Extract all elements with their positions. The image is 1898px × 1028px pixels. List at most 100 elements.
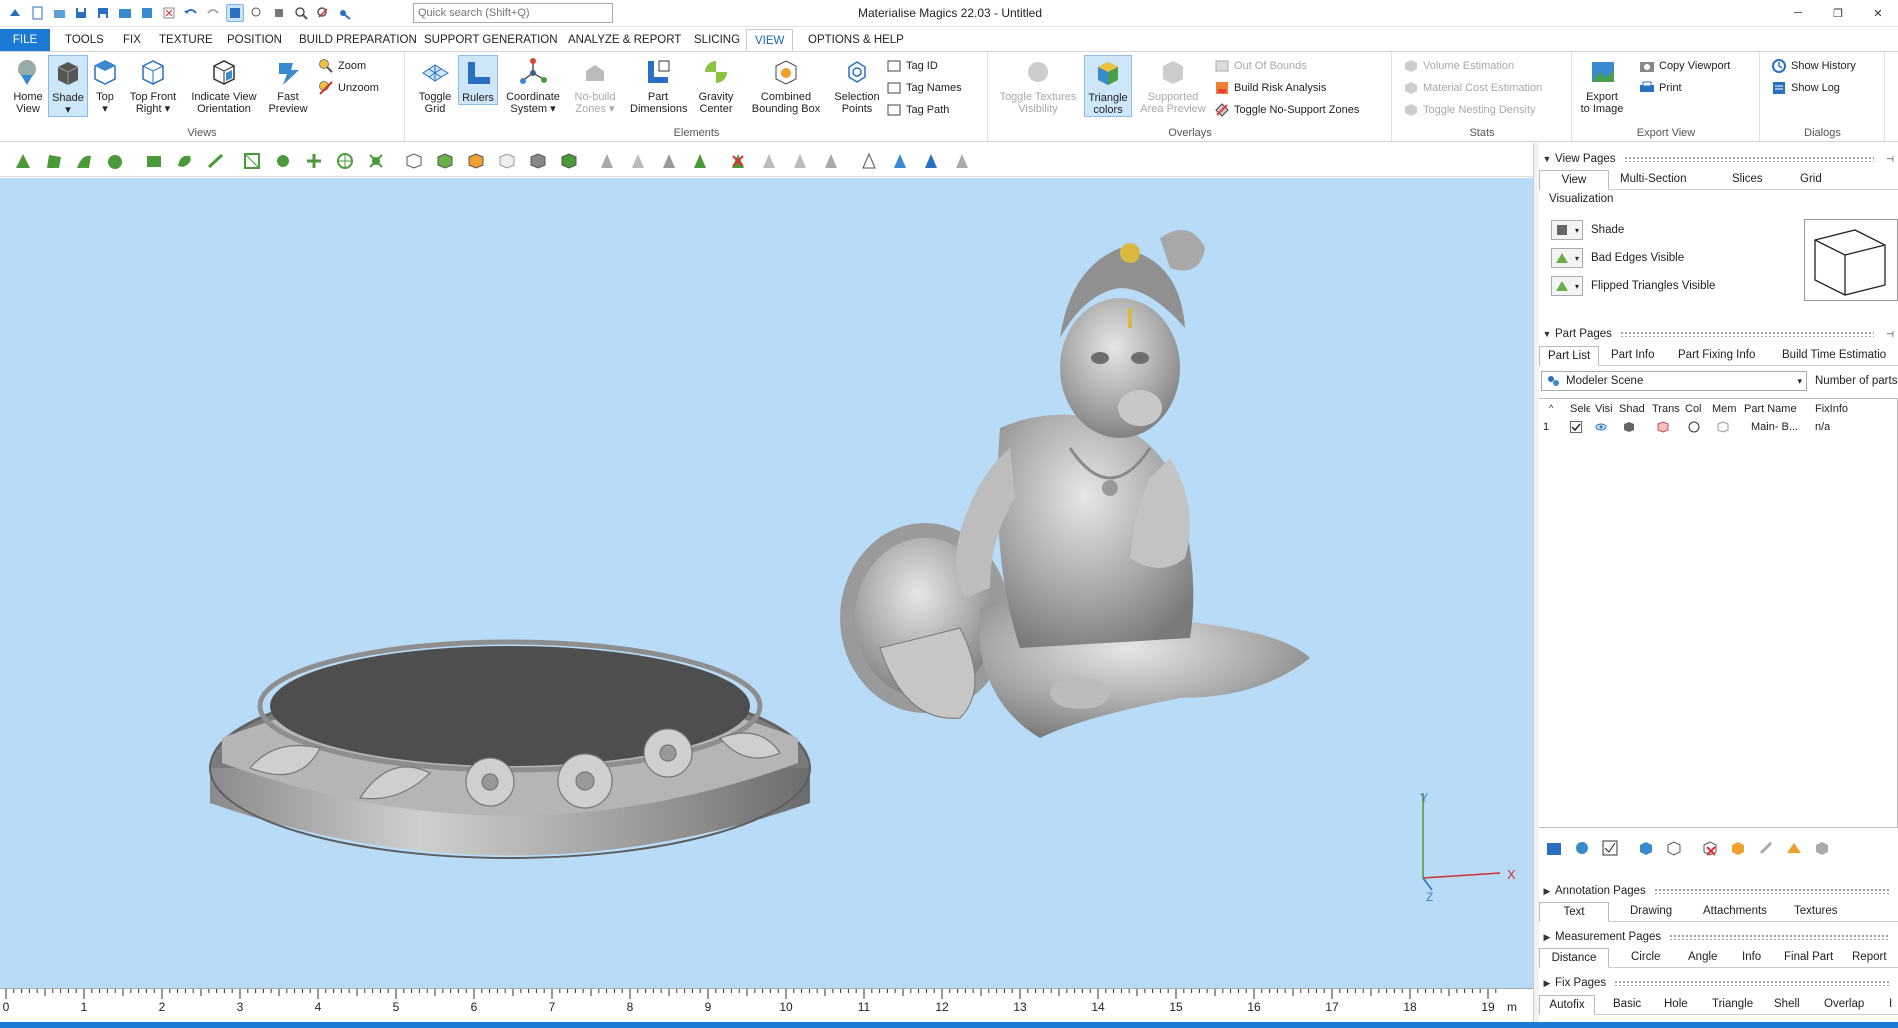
measurement-pages-header[interactable]: ▶ Measurement Pages	[1539, 927, 1898, 947]
unzoom-icon[interactable]	[314, 4, 332, 22]
build-risk-analysis-button[interactable]: Build Risk Analysis	[1214, 79, 1326, 97]
export-to-image-button[interactable]: Export to Image	[1577, 55, 1627, 115]
shade-row[interactable]: ▾ Shade	[1551, 219, 1624, 241]
toggle-nesting-density-button[interactable]: Toggle Nesting Density	[1403, 101, 1536, 119]
select-checkbox[interactable]	[1570, 421, 1582, 436]
close-part-icon[interactable]	[160, 4, 178, 22]
unzoom-button[interactable]: Unzoom	[318, 79, 379, 97]
part-tool-9-icon[interactable]	[1783, 837, 1805, 859]
part-tool-6-icon[interactable]	[1699, 837, 1721, 859]
save-as-icon[interactable]	[94, 4, 112, 22]
tab-view[interactable]: VIEW	[746, 29, 794, 51]
top-front-right-button[interactable]: Top Front Right ▾	[127, 55, 179, 115]
supported-area-preview-button[interactable]: Supported Area Preview	[1138, 55, 1208, 115]
tab-view-page[interactable]: View	[1539, 170, 1609, 190]
part-tool-3-icon[interactable]	[1599, 837, 1621, 859]
tab-final-part[interactable]: Final Part	[1776, 948, 1841, 968]
3d-viewport[interactable]: Y X Z	[0, 178, 1533, 988]
import-icon[interactable]	[116, 4, 134, 22]
select-mode-icon[interactable]	[226, 4, 244, 22]
tab-texture[interactable]: TEXTURE	[151, 29, 221, 51]
tag-id-button[interactable]: Tag ID	[886, 57, 938, 75]
tab-textures[interactable]: Textures	[1786, 902, 1845, 922]
close-button[interactable]: ✕	[1858, 0, 1898, 26]
part-select-cube-icon[interactable]	[403, 150, 425, 172]
toggle-grid-button[interactable]: Toggle Grid	[412, 55, 458, 115]
minimize-button[interactable]: ─	[1778, 0, 1818, 26]
tab-build-preparation[interactable]: BUILD PREPARATION	[291, 29, 425, 51]
base-platter-model[interactable]	[209, 639, 811, 859]
toggle-no-support-zones-button[interactable]: Toggle No-Support Zones	[1214, 101, 1359, 119]
volume-estimation-button[interactable]: Volume Estimation	[1403, 57, 1514, 75]
tab-support-generation[interactable]: SUPPORT GENERATION	[416, 29, 566, 51]
select-plane-icon[interactable]	[43, 150, 65, 172]
tab-grid[interactable]: Grid	[1792, 170, 1830, 190]
sort-icon[interactable]: ^	[1549, 403, 1553, 413]
tab-part-fixing-info[interactable]: Part Fixing Info	[1670, 346, 1763, 366]
material-cost-estimation-button[interactable]: Material Cost Estimation	[1403, 79, 1542, 97]
copy-viewport-button[interactable]: Copy Viewport	[1639, 57, 1730, 75]
tab-info[interactable]: Info	[1734, 948, 1769, 968]
measure-shell-icon[interactable]	[951, 150, 973, 172]
quick-search-input[interactable]	[413, 3, 613, 23]
tab-hole[interactable]: Hole	[1656, 995, 1696, 1015]
part-select-colored-cube-icon[interactable]	[465, 150, 487, 172]
tab-overlap[interactable]: Overlap	[1816, 995, 1872, 1015]
out-of-bounds-button[interactable]: Out Of Bounds	[1214, 57, 1307, 75]
part-tool-5-icon[interactable]	[1663, 837, 1685, 859]
col-part-name[interactable]: Part Name	[1744, 403, 1804, 415]
select-wave-icon[interactable]	[272, 150, 294, 172]
select-lasso-icon[interactable]	[174, 150, 196, 172]
select-feature-icon[interactable]	[365, 150, 387, 172]
part-select-green-cube-icon[interactable]	[434, 150, 456, 172]
tab-angle[interactable]: Angle	[1680, 948, 1725, 968]
tab-autofix[interactable]: Autofix	[1539, 995, 1595, 1015]
part-tool-7-icon[interactable]	[1727, 837, 1749, 859]
tab-triangle[interactable]: Triangle	[1704, 995, 1761, 1015]
col-visible[interactable]: Visi	[1595, 403, 1615, 415]
triangle-colors-button[interactable]: Triangle colors	[1084, 55, 1132, 117]
print-button[interactable]: Print	[1639, 79, 1682, 97]
view-cube-preview[interactable]	[1804, 219, 1898, 301]
tab-more[interactable]: I	[1881, 995, 1898, 1015]
new-file-icon[interactable]	[28, 4, 46, 22]
col-fixinfo[interactable]: FixInfo	[1815, 403, 1895, 415]
tab-shell[interactable]: Shell	[1766, 995, 1808, 1015]
col-transparency[interactable]: Trans	[1652, 403, 1682, 415]
redo-icon[interactable]	[204, 4, 222, 22]
tab-position[interactable]: POSITION	[219, 29, 290, 51]
tab-fix[interactable]: FIX	[115, 29, 149, 51]
tab-part-info[interactable]: Part Info	[1603, 346, 1662, 366]
annotation-pages-header[interactable]: ▶ Annotation Pages	[1539, 881, 1898, 901]
col-color[interactable]: Col	[1685, 403, 1705, 415]
select-shell-icon[interactable]	[104, 150, 126, 172]
undo-icon[interactable]	[182, 4, 200, 22]
col-shade[interactable]: Shad	[1619, 403, 1647, 415]
home-view-button[interactable]: Home View	[5, 55, 51, 115]
app-menu-icon[interactable]	[6, 4, 24, 22]
measure-plane-icon[interactable]	[889, 150, 911, 172]
top-view-button[interactable]: Top ▾	[82, 55, 128, 115]
tab-file[interactable]: FILE	[0, 29, 50, 51]
tab-multi-section[interactable]: Multi-Section	[1612, 170, 1694, 190]
show-history-button[interactable]: Show History	[1771, 57, 1856, 75]
mark-shell-icon[interactable]	[689, 150, 711, 172]
mark-plane-icon[interactable]	[627, 150, 649, 172]
pin-icon[interactable]: ⊣	[1882, 329, 1898, 340]
shade-dropdown[interactable]: ▾	[1551, 220, 1583, 240]
memory-icon[interactable]	[1717, 421, 1729, 436]
flipped-triangles-row[interactable]: ▾ Flipped Triangles Visible	[1551, 275, 1715, 297]
scene-select[interactable]: Modeler Scene ▾	[1541, 371, 1807, 391]
part-tool-4-icon[interactable]	[1635, 837, 1657, 859]
coordinate-system-button[interactable]: Coordinate System ▾	[503, 55, 563, 115]
tab-build-time-estimation[interactable]: Build Time Estimatio	[1774, 346, 1894, 366]
col-select[interactable]: Sele	[1570, 403, 1590, 415]
save-icon[interactable]	[72, 4, 90, 22]
part-tool-1-icon[interactable]	[1543, 837, 1565, 859]
measure-triangle-icon[interactable]	[858, 150, 880, 172]
indicate-view-orientation-button[interactable]: Indicate View Orientation	[188, 55, 260, 115]
selection-points-button[interactable]: Selection Points	[829, 55, 885, 115]
bad-edges-row[interactable]: ▾ Bad Edges Visible	[1551, 247, 1684, 269]
tab-circle[interactable]: Circle	[1623, 948, 1668, 968]
shade-cube-icon[interactable]	[1623, 421, 1635, 436]
